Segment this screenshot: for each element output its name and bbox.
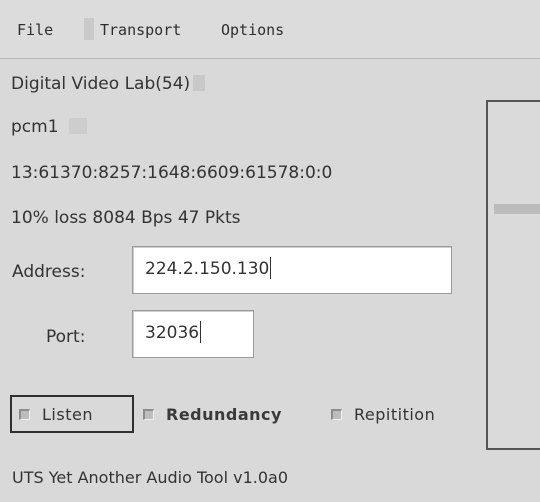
menu-options[interactable]: Options (221, 21, 284, 39)
menu-bar: File Transport Options (0, 0, 540, 59)
session-name: Digital Video Lab(54) (11, 74, 191, 94)
text-caret (270, 257, 272, 279)
menu-file[interactable]: File (17, 21, 53, 39)
text-caret (200, 321, 202, 343)
port-value: 32036 (145, 323, 200, 343)
redundancy-label: Redundancy (166, 404, 282, 424)
session-name-marker (193, 75, 206, 91)
menu-transport[interactable]: Transport (100, 21, 181, 39)
repitition-checkbox[interactable]: Repitition (331, 395, 435, 433)
checkbox-box (331, 408, 342, 420)
packet-counters: 13:61370:8257:1648:6609:61578:0:0 (11, 163, 333, 183)
listen-label: Listen (42, 404, 93, 424)
status-text: UTS Yet Another Audio Tool v1.0a0 (12, 468, 288, 487)
repitition-label: Repitition (354, 404, 436, 424)
port-label: Port: (46, 327, 86, 347)
session-name-row: Digital Video Lab(54) (11, 74, 206, 94)
address-value: 224.2.150.130 (145, 259, 270, 279)
checkbox-box (19, 408, 30, 420)
listen-checkbox[interactable]: Listen (10, 395, 134, 433)
menu-separator (84, 18, 94, 40)
volume-slider-thumb[interactable] (494, 204, 540, 214)
checkbox-box (143, 408, 154, 420)
codec-label: pcm1 (11, 117, 59, 137)
address-field[interactable]: 224.2.150.130 (132, 246, 452, 294)
port-field[interactable]: 32036 (132, 310, 254, 358)
volume-panel (486, 100, 540, 450)
codec-row: pcm1 (11, 117, 87, 137)
loss-stats: 10% loss 8084 Bps 47 Pkts (11, 208, 241, 228)
address-label: Address: (12, 262, 86, 282)
codec-marker (68, 118, 87, 134)
redundancy-checkbox[interactable]: Redundancy (143, 395, 282, 433)
